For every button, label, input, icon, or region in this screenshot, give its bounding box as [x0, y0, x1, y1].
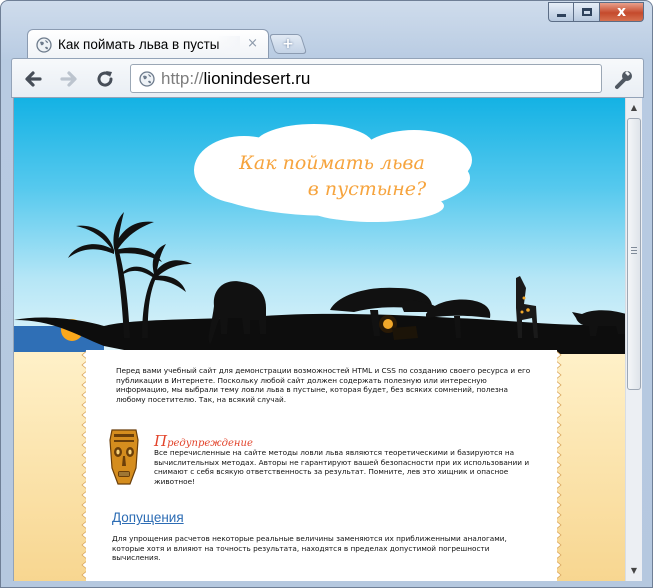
scroll-up-arrow-icon[interactable]: ▲ [626, 100, 642, 116]
maximize-icon [581, 8, 592, 16]
close-icon: x [616, 4, 627, 20]
scrollbar-thumb[interactable] [627, 118, 641, 390]
url-scheme: http:// [161, 68, 204, 88]
url-text: http://lionindesert.ru [161, 69, 310, 89]
arrow-left-icon [25, 71, 42, 87]
forward-button[interactable] [58, 68, 80, 90]
palm-trees [68, 212, 192, 338]
tab-active[interactable]: Как поймать льва в пусты × [27, 29, 269, 59]
browser-window: x Как поймать льва в пусты × + http://li… [0, 0, 653, 588]
reload-icon [97, 71, 113, 87]
scrollbar-grip [631, 247, 637, 256]
plus-icon: + [282, 36, 294, 52]
vertical-scrollbar[interactable]: ▲ ▼ [625, 98, 642, 581]
intro-paragraph: Перед вами учебный сайт для демонстрации… [116, 366, 531, 404]
arrow-right-icon [60, 71, 77, 87]
reload-button[interactable] [94, 68, 116, 90]
maximize-button[interactable] [574, 2, 600, 22]
tab-close-icon[interactable]: × [247, 36, 258, 51]
minimize-button[interactable] [548, 2, 574, 22]
scroll-down-arrow-icon[interactable]: ▼ [626, 563, 642, 579]
header-illustration [14, 124, 625, 354]
window-controls: x [548, 2, 644, 22]
minimize-icon [556, 13, 566, 17]
site-title-line2: в пустыне? [307, 178, 427, 200]
wrench-icon [615, 71, 632, 89]
new-tab-button[interactable]: + [268, 34, 308, 54]
globe-icon [36, 36, 52, 53]
site-title-line1: Как поймать льва [239, 152, 425, 174]
back-button[interactable] [22, 68, 44, 90]
tab-title: Как поймать льва в пусты [58, 37, 220, 52]
globe-icon [139, 70, 155, 87]
url-host: lionindesert.ru [203, 68, 311, 88]
assumptions-link[interactable]: Допущения [112, 510, 184, 525]
address-bar[interactable]: http://lionindesert.ru [130, 64, 602, 93]
page-viewport[interactable]: Как поймать льва в пустыне? Перед вами у… [13, 98, 625, 581]
main-content: Перед вами учебный сайт для демонстрации… [86, 350, 557, 581]
assumptions-paragraph: Для упрощения расчетов некоторые реальны… [112, 534, 507, 562]
tab-title-fade [216, 36, 240, 54]
close-window-button[interactable]: x [600, 2, 644, 22]
toolbar: http://lionindesert.ru [11, 58, 644, 98]
site-title: Как поймать льва в пустыне? [232, 150, 432, 202]
tribal-mask-icon [109, 429, 139, 485]
warning-paragraph: Все перечисленные на сайте методы ловли … [154, 448, 530, 486]
settings-button[interactable] [612, 67, 636, 91]
